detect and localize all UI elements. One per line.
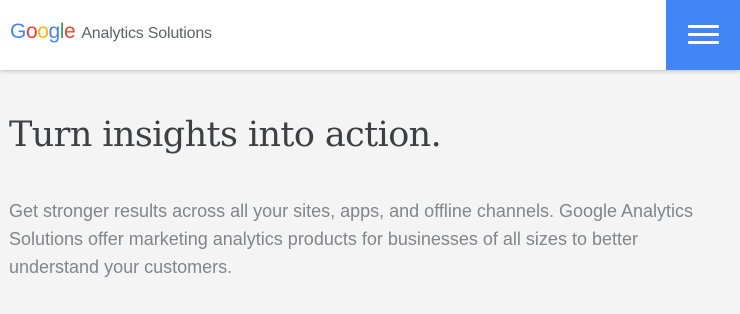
logo-letter: e: [64, 20, 76, 43]
menu-icon-bar: [688, 25, 719, 28]
product-name: Analytics Solutions: [81, 25, 212, 42]
hero-headline: Turn insights into action.: [9, 115, 442, 155]
logo-letter: o: [37, 20, 49, 43]
logo-letter: g: [48, 20, 61, 43]
menu-button[interactable]: [666, 0, 740, 70]
menu-icon-bar: [688, 41, 719, 44]
google-analytics-solutions-logo[interactable]: Google Analytics Solutions: [10, 19, 212, 45]
google-wordmark: Google: [10, 19, 76, 45]
site-header: Google Analytics Solutions: [0, 0, 740, 70]
logo-letter: o: [25, 20, 38, 43]
logo-letter: G: [10, 20, 26, 43]
hero-description: Get stronger results across all your sit…: [9, 201, 694, 277]
menu-icon-bar: [688, 33, 719, 36]
hero-section: Turn insights into action. Get stronger …: [0, 70, 740, 314]
